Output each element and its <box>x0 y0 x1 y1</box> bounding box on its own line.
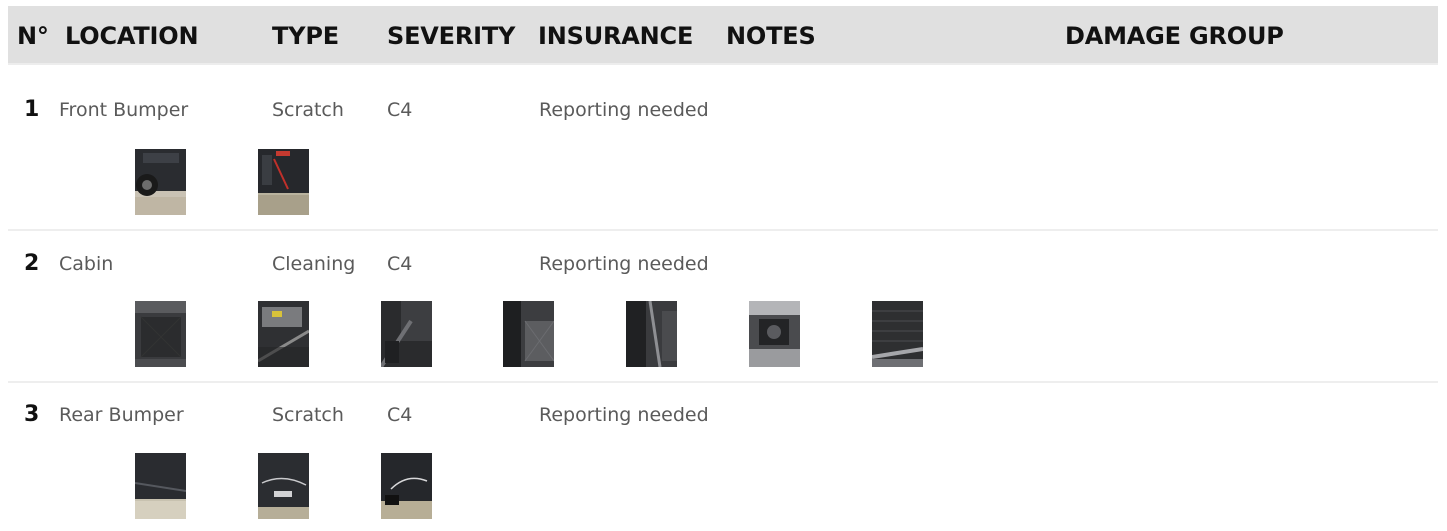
floor-mat-photo[interactable] <box>872 301 923 367</box>
row-severity: C4 <box>387 99 413 121</box>
door-sill-photo[interactable] <box>626 301 677 367</box>
row-insurance: Reporting needed <box>539 404 709 426</box>
rear-bumper-photo[interactable] <box>135 453 186 519</box>
table-row: 3 Rear Bumper Scratch C4 Reporting neede… <box>8 399 1438 529</box>
row-number: 3 <box>24 402 40 427</box>
header-notes: NOTES <box>726 22 816 50</box>
center-console-photo[interactable] <box>749 301 800 367</box>
row-insurance: Reporting needed <box>539 99 709 121</box>
row-severity: C4 <box>387 253 413 275</box>
seat-rail-photo[interactable] <box>381 301 432 367</box>
rear-bumper-side-photo[interactable] <box>381 453 432 519</box>
table-row: 2 Cabin Cleaning C4 Reporting needed <box>8 248 1438 378</box>
row-location: Rear Bumper <box>59 404 184 426</box>
under-seat-photo[interactable] <box>258 301 309 367</box>
header-number: N° <box>17 22 49 50</box>
header-damage-group: DAMAGE GROUP <box>1065 22 1284 50</box>
row-type: Cleaning <box>272 253 356 275</box>
row-location: Front Bumper <box>59 99 189 121</box>
row-type: Scratch <box>272 99 344 121</box>
table-row: 1 Front Bumper Scratch C4 Reporting need… <box>8 94 1438 224</box>
rear-bumper-closeup-photo[interactable] <box>258 453 309 519</box>
header-severity: SEVERITY <box>387 22 516 50</box>
table-header: N° LOCATION TYPE SEVERITY INSURANCE NOTE… <box>8 6 1438 65</box>
row-divider <box>8 229 1438 231</box>
row-type: Scratch <box>272 404 344 426</box>
row-location: Cabin <box>59 253 114 275</box>
rear-floor-mat-photo[interactable] <box>503 301 554 367</box>
trunk-floor-photo[interactable] <box>135 301 186 367</box>
row-insurance: Reporting needed <box>539 253 709 275</box>
header-type: TYPE <box>272 22 339 50</box>
row-divider <box>8 381 1438 383</box>
header-location: LOCATION <box>65 22 199 50</box>
header-insurance: INSURANCE <box>538 22 694 50</box>
front-bumper-door-sill-photo[interactable] <box>258 149 309 215</box>
row-number: 1 <box>24 97 40 122</box>
row-severity: C4 <box>387 404 413 426</box>
row-number: 2 <box>24 251 40 276</box>
front-bumper-wheel-photo[interactable] <box>135 149 186 215</box>
